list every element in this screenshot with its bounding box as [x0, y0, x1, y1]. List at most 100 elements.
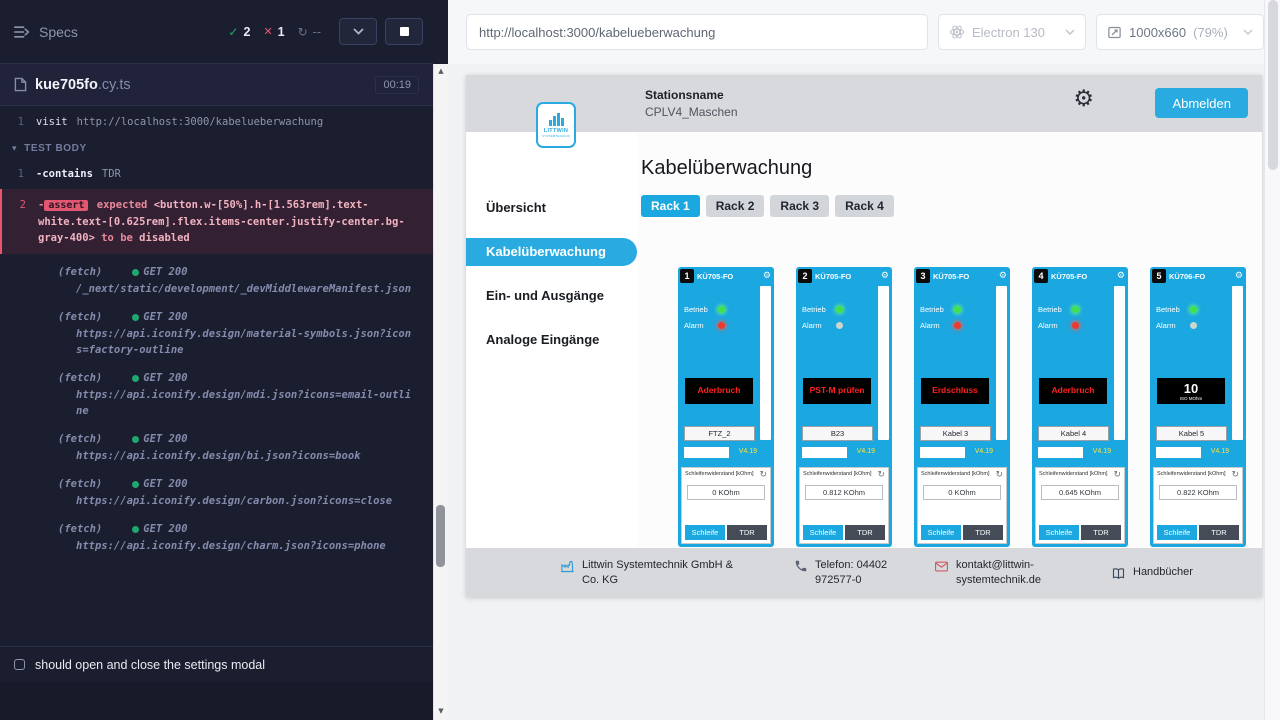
fetch-log-entry[interactable]: (fetch) GET 200 /_next/static/developmen…	[0, 264, 433, 297]
card-number: 5	[1152, 269, 1166, 283]
fetch-log-entry[interactable]: (fetch) GET 200 https://api.iconify.desi…	[0, 521, 433, 554]
rack-cards: 1 KÜ705-FO ⚙ Betrieb	[678, 267, 1262, 547]
sidebar-item[interactable]: Kabelüberwachung	[466, 238, 637, 266]
card-title: KÜ706-FO	[1169, 272, 1205, 281]
schleife-button[interactable]: Schleife	[1157, 525, 1197, 540]
card-gear-icon[interactable]: ⚙	[881, 272, 889, 281]
footer-manuals[interactable]: Handbücher	[1111, 565, 1193, 581]
logout-button[interactable]: Abmelden	[1155, 88, 1248, 118]
contains-command[interactable]: 1 -contains TDR	[0, 164, 433, 184]
failed-assert[interactable]: 2 -assert expected <button.w-[50%].h-[1.…	[0, 189, 433, 254]
rack-tab[interactable]: Rack 2	[706, 195, 765, 217]
card-header: 4 KÜ705-FO ⚙	[1032, 267, 1128, 283]
measurement-value: 0.812 KOhm	[805, 485, 883, 500]
alarm-label: Alarm	[802, 321, 836, 330]
card-title: KÜ705-FO	[933, 272, 969, 281]
alarm-label: Alarm	[920, 321, 954, 330]
refresh-icon[interactable]: ↻	[1231, 471, 1239, 480]
rack-tab[interactable]: Rack 4	[835, 195, 894, 217]
visit-command[interactable]: 1 visit http://localhost:3000/kabelueber…	[0, 112, 433, 132]
test-stats: ✓2 ✕1 ↻--	[228, 25, 321, 39]
fetch-log-entry[interactable]: (fetch) GET 200 https://api.iconify.desi…	[0, 370, 433, 419]
status-display: PST-M prüfen	[803, 378, 871, 404]
fetch-log-entry[interactable]: (fetch) GET 200 https://api.iconify.desi…	[0, 476, 433, 509]
failed-icon: ✕	[263, 25, 272, 38]
schleife-button[interactable]: Schleife	[1039, 525, 1079, 540]
rack-tab[interactable]: Rack 1	[641, 195, 700, 217]
factory-icon	[560, 559, 575, 574]
reporter-scrollbar[interactable]: ▲ ▼	[433, 0, 447, 720]
card-header: 2 KÜ705-FO ⚙	[796, 267, 892, 283]
refresh-icon[interactable]: ↻	[877, 471, 885, 480]
stage: Electron 130 1000x660 (79%) LITTWIN SYST…	[447, 0, 1264, 720]
settings-gear-icon[interactable]: ⚙	[1073, 88, 1094, 111]
status-text: Erdschluss	[930, 386, 980, 395]
card-number: 4	[1034, 269, 1048, 283]
command-name: -contains	[36, 166, 93, 182]
measurement-panel: Schleifenwiderstand [kOhm] ↻ 0.812 KOhm …	[799, 467, 889, 544]
stop-button[interactable]	[385, 18, 423, 45]
fetch-label: (fetch)	[58, 431, 102, 447]
station-label: Stationsname	[645, 88, 738, 102]
rack-tab[interactable]: Rack 3	[770, 195, 829, 217]
card-gear-icon[interactable]: ⚙	[1235, 272, 1243, 281]
monitor-card: 5 KÜ706-FO ⚙ Betrieb	[1150, 267, 1246, 547]
schleife-button[interactable]: Schleife	[685, 525, 725, 540]
collapse-button[interactable]	[339, 18, 377, 45]
level-strip	[878, 286, 889, 440]
test-body-section[interactable]: ▾ TEST BODY	[0, 132, 433, 164]
scroll-up-arrow[interactable]: ▲	[434, 67, 448, 75]
refresh-icon[interactable]: ↻	[995, 471, 1003, 480]
fetch-status: GET 200	[132, 431, 187, 447]
tdr-button[interactable]: TDR	[963, 525, 1003, 540]
footer-company: Littwin Systemtechnik GmbH & Co. KG	[560, 558, 794, 588]
next-test-row[interactable]: should open and close the settings modal	[0, 646, 433, 682]
card-number: 1	[680, 269, 694, 283]
spec-timer: 00:19	[375, 76, 419, 94]
card-gear-icon[interactable]: ⚙	[763, 272, 771, 281]
rack-tabs: Rack 1 Rack 2 Rack 3 Rack 4	[641, 195, 1262, 217]
refresh-icon[interactable]: ↻	[759, 471, 767, 480]
scrollbar-thumb[interactable]	[436, 505, 445, 567]
tdr-button[interactable]: TDR	[727, 525, 767, 540]
tdr-button[interactable]: TDR	[1081, 525, 1121, 540]
sidebar-item[interactable]: Übersicht	[466, 194, 637, 222]
schleife-button[interactable]: Schleife	[803, 525, 843, 540]
footer-email[interactable]: kontakt@littwin-systemtechnik.de	[934, 558, 1111, 588]
card-gear-icon[interactable]: ⚙	[999, 272, 1007, 281]
fetch-label: (fetch)	[58, 476, 102, 492]
tdr-button[interactable]: TDR	[1199, 525, 1239, 540]
fetch-url: https://api.iconify.design/mdi.json?icon…	[58, 387, 417, 419]
stop-icon	[400, 27, 409, 36]
page-scrollbar[interactable]	[1264, 0, 1280, 720]
url-input[interactable]	[479, 25, 915, 40]
betrieb-label: Betrieb	[684, 305, 718, 314]
viewport-selector[interactable]: 1000x660 (79%)	[1096, 14, 1264, 50]
level-strip	[760, 286, 771, 440]
schleife-button[interactable]: Schleife	[921, 525, 961, 540]
measurement-value: 0.822 KOhm	[1159, 485, 1237, 500]
scroll-down-arrow[interactable]: ▼	[434, 707, 448, 715]
url-bar[interactable]	[466, 14, 928, 50]
browser-selector[interactable]: Electron 130	[938, 14, 1086, 50]
sidebar-item[interactable]: Analoge Eingänge	[466, 326, 637, 354]
spec-file-row[interactable]: kue705fo.cy.ts 00:19	[0, 64, 433, 106]
fetch-log-entry[interactable]: (fetch) GET 200 https://api.iconify.desi…	[0, 309, 433, 358]
refresh-icon[interactable]: ↻	[1113, 471, 1121, 480]
specs-nav[interactable]: Specs	[14, 24, 78, 40]
spec-name: kue705fo.cy.ts	[35, 77, 131, 93]
logo-mark-icon	[549, 113, 564, 126]
screen: Specs ✓2 ✕1 ↻-- kue705fo.cy.ts 00:19 1 v…	[0, 0, 1280, 720]
sidebar-item[interactable]: Ein- und Ausgänge	[466, 282, 637, 310]
status-text: PST-M prüfen	[808, 386, 867, 395]
card-gear-icon[interactable]: ⚙	[1117, 272, 1125, 281]
page-scrollbar-thumb[interactable]	[1268, 0, 1278, 170]
tdr-button[interactable]: TDR	[845, 525, 885, 540]
measurement-panel: Schleifenwiderstand [kOhm] ↻ 0 KOhm Schl…	[917, 467, 1007, 544]
measurement-value: 0 KOhm	[923, 485, 1001, 500]
alarm-led	[718, 322, 725, 329]
command-name: visit	[36, 114, 68, 130]
betrieb-led	[718, 306, 725, 313]
fetch-log-entry[interactable]: (fetch) GET 200 https://api.iconify.desi…	[0, 431, 433, 464]
phone-icon	[794, 559, 808, 573]
